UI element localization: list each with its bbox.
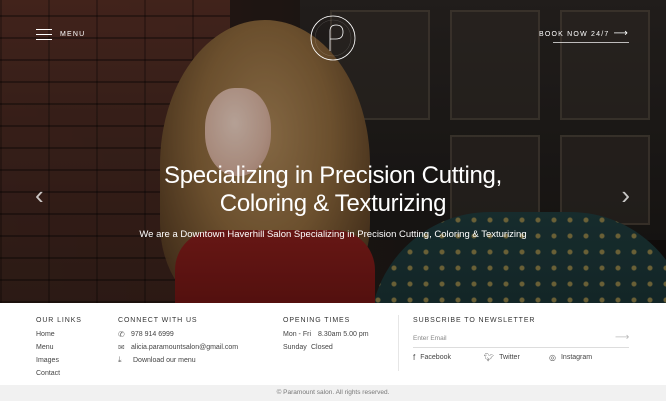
hamburger-icon [36,29,52,40]
hours-weekday-days: Mon - Fri [283,331,311,338]
chevron-left-icon[interactable]: ‹ [35,182,44,208]
newsletter-email-input[interactable] [413,330,629,348]
footer-link-images[interactable]: Images [36,357,59,364]
footer: OUR LINKS Home Menu Images Contact CONNE… [0,303,666,385]
instagram-link[interactable]: ◎ Instagram [549,353,592,362]
instagram-icon: ◎ [549,353,556,362]
envelope-icon: ✉ [118,343,125,352]
headline-line-1: Specializing in Precision Cutting, [164,162,502,189]
connect-title: CONNECT WITH US [118,317,198,324]
hours-sunday-value: Closed [311,344,333,351]
footer-link-home[interactable]: Home [36,331,55,338]
newsletter-title: SUBSCRIBE TO NEWSLETTER [413,317,536,324]
footer-divider [398,315,399,371]
arrow-right-icon[interactable]: ⟶ [615,332,629,343]
email-address[interactable]: alicia.paramountsalon@gmail.com [131,344,238,351]
hours-sunday-day: Sunday [283,344,307,351]
book-now-label: BOOK NOW 24/7 [539,30,610,38]
footer-link-contact[interactable]: Contact [36,370,60,377]
facebook-link[interactable]: f Facebook [413,353,451,362]
chevron-right-icon[interactable]: › [621,182,630,208]
hours-title: OPENING TIMES [283,317,351,324]
phone-number[interactable]: 978 914 6999 [131,331,174,338]
hero-subtitle: We are a Downtown Haverhill Salon Specia… [139,229,527,240]
hours-weekday-time: 8.30am 5.00 pm [318,331,369,338]
menu-toggle[interactable]: MENU [36,29,85,40]
twitter-link[interactable]: 🐦︎ Twitter [484,353,520,362]
copyright-bar: © Paramount salon. All rights reserved. [0,385,666,401]
twitter-icon: 🐦︎ [484,353,495,362]
paramount-logo[interactable] [308,13,358,63]
copyright-text: © Paramount salon. All rights reserved. [276,389,390,396]
twitter-label: Twitter [499,354,520,361]
instagram-label: Instagram [560,354,593,361]
facebook-label: Facebook [420,354,451,361]
headline-line-2: Coloring & Texturizing [219,190,447,217]
book-now-link[interactable]: BOOK NOW 24/7 ⟶ [539,29,629,39]
menu-label: MENU [60,31,86,38]
hero-headline: Specializing in Precision Cutting, Color… [100,162,566,218]
arrow-right-icon: ⟶ [613,28,629,39]
phone-icon: ✆ [118,330,125,339]
download-menu-link[interactable]: Download our menu [133,357,196,364]
hero-banner: MENU BOOK NOW 24/7 ⟶ ‹ › Specializing in… [0,0,666,303]
download-icon: ⤓ [118,355,122,364]
footer-link-menu[interactable]: Menu [36,344,54,351]
links-title: OUR LINKS [36,317,82,324]
facebook-icon: f [413,353,416,362]
